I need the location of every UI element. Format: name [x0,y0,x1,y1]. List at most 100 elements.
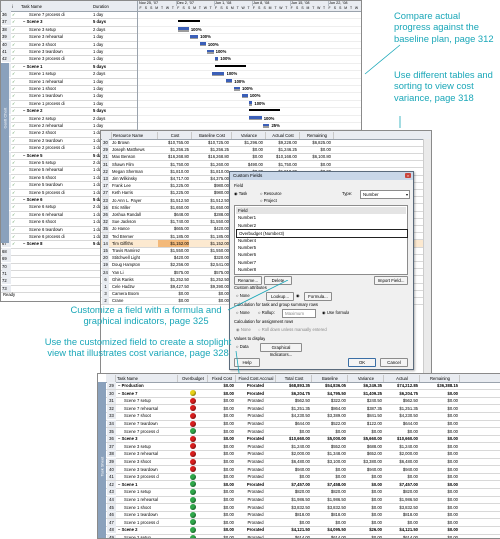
cost-cell: Prorated [247,489,264,495]
cancel-button[interactable]: Cancel [380,358,408,367]
row-id: 1 [102,283,109,290]
check-icon: ✓ [12,63,16,69]
check-icon: ✓ [12,115,16,121]
resource-cell: $16,268.80 [168,154,189,160]
resource-cell: $1,260.00 [210,161,229,167]
task-name: Scene 3 teardown [124,466,158,472]
cost-cell: $0.00 [299,428,310,434]
cost-cell: $0.00 [299,519,310,525]
cost-cell: $1,240.00 [291,443,310,449]
list-item[interactable]: Field [236,207,406,214]
cost-cell: $122.00 [366,421,382,426]
task-name: Scene 7 setup [124,398,151,404]
field-list[interactable]: Field Number1 Number2 Overbudget (Number3) N… [234,205,408,275]
gantt-header-cell [3,3,12,10]
resource-cell: $1,185.00 [210,233,229,239]
summary-bar[interactable] [178,20,200,23]
resource-cell: $1,650.00 [210,204,229,210]
cost-cell: $0.00 [407,428,418,434]
view-bar[interactable]: Gantt Chart [1,63,9,243]
cost-cell: $0.00 [223,443,234,449]
list-item[interactable]: Number6 [236,251,406,258]
cost-cell: Prorated [247,474,264,480]
project-radio[interactable]: ○ Project [260,198,277,204]
cost-cell: $3,832.50 [399,504,418,510]
resource-cell: Tim Giffiths [112,240,133,246]
baseline-bar [207,52,214,54]
list-item[interactable]: Number1 [236,214,406,221]
close-icon[interactable]: × [405,173,411,178]
dialog-title: Custom Fields [233,173,263,178]
check-icon: ✓ [12,145,16,151]
list-item[interactable]: Number7 [236,259,406,266]
cost-cell: $4,095.50 [327,527,346,533]
row-id: 36 [107,435,116,443]
percent-complete-label: 100% [242,86,253,91]
cost-cell: $68,893.35 [289,383,310,388]
cost-cell: $0.00 [223,504,234,510]
check-icon: ✓ [12,152,16,158]
type-label: Type: [342,191,353,196]
cost-cell: $818.00 [402,512,418,518]
cost-cell: $0.00 [223,436,234,442]
resource-header-cell: Remaining [301,131,334,139]
task-name: Scene 3 rehearsal [29,34,63,40]
task-name: − Scene 2 [23,108,43,114]
resource-cell: Jo Ann L. Payer [112,197,142,203]
cost-cell: $0.00 [447,436,458,442]
formula-button[interactable]: Formula... [304,292,332,301]
vertical-scrollbar[interactable] [423,139,431,375]
resource-cell: $1,650.00 [170,204,189,210]
red-indicator-icon [190,435,196,442]
cost-cell: $552.00 [330,443,346,449]
ok-button[interactable]: OK [348,358,376,367]
cost-cell: $820.00 [294,489,310,495]
check-icon: ✓ [12,86,16,91]
resource-cell: $288.00 [213,212,229,217]
baseline-bar [233,89,240,91]
task-name: Scene 6 teardown [29,226,63,232]
row-id: 41 [107,473,116,481]
row-id: 71 [2,270,11,277]
cost-cell: $3,832.50 [291,504,310,510]
cost-header-cell: Remaining [421,374,460,382]
task-duration: 1 day [93,49,104,54]
red-indicator-icon [190,458,196,465]
resource-cell: $1,550.00 [170,248,189,253]
green-indicator-icon [190,481,196,488]
cost-cell: $0.00 [223,519,234,525]
cost-cell: $6,480.00 [291,459,310,464]
cost-cell: $0.00 [447,512,458,518]
cost-cell: Prorated [247,398,264,404]
list-item[interactable]: Number8 [236,266,406,273]
view-bar[interactable]: Task Sheet [98,382,106,538]
baseline-bar [263,126,270,128]
resource-cell: Shawn Film [112,161,134,167]
type-select[interactable]: Number ▾ [360,190,410,199]
check-icon: ✓ [12,219,16,225]
task-name: − Scene 2 [118,527,138,533]
cost-cell: $562.50 [402,398,418,404]
check-icon: ✓ [12,71,16,77]
cost-cell: $0.00 [335,519,346,525]
list-item[interactable]: Number4 [236,237,406,244]
summary-bar[interactable] [215,64,247,67]
cost-cell: Prorated [246,390,265,396]
use-formula-radio[interactable]: ◉ Use formula [322,310,349,316]
import-field-button[interactable]: Import Field... [374,276,408,285]
resource-cell: $320.00 [213,255,229,261]
list-item[interactable]: Number5 [236,244,406,251]
resource-header-cell: Resource Name [113,131,158,139]
list-item[interactable]: Number2 [236,222,406,229]
cost-cell: $820.00 [402,489,418,495]
task-radio[interactable]: ◉ Task [234,191,247,197]
summary-bar[interactable] [249,109,281,112]
percent-complete-label: 100% [249,93,261,99]
row-id: 69 [2,255,11,263]
task-name: − Scene 1 [118,481,138,487]
resource-radio[interactable]: ○ Resource [260,191,282,197]
task-name: Scene 3 shoot [29,41,56,47]
cost-cell: $0.00 [223,512,234,518]
task-name: Scene 2 rehearsal [29,123,63,128]
cost-cell: $0.00 [371,481,382,487]
